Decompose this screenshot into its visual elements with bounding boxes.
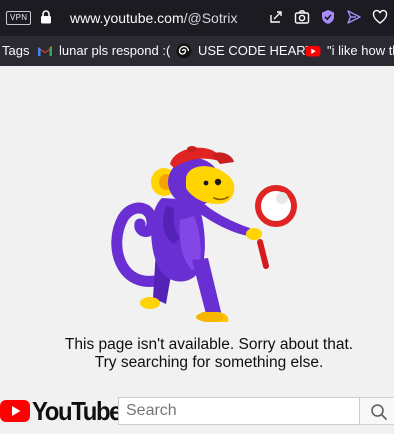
bookmarks-bar: Tags lunar pls respond :( USE CODE HEART… — [0, 36, 394, 66]
bookmark-label: lunar pls respond :( — [59, 43, 171, 58]
bookmark-code-heart[interactable]: USE CODE HEART — [176, 36, 313, 66]
bookmark-youtube[interactable]: "i like how th — [305, 36, 394, 66]
bookmark-gmail[interactable]: lunar pls respond :( — [37, 36, 170, 66]
monkey-illustration — [111, 146, 297, 322]
youtube-play-icon — [0, 400, 30, 422]
error-message: This page isn't available. Sorry about t… — [64, 336, 354, 353]
share-icon[interactable] — [268, 9, 284, 25]
search-button[interactable] — [360, 397, 394, 425]
gmail-icon — [38, 46, 52, 56]
url-field[interactable]: www.youtube.com/@Sotrix — [70, 9, 238, 27]
bookmark-label: Tags — [2, 43, 30, 58]
url-path: /@Sotrix — [183, 10, 238, 26]
bookmark-label: "i like how th — [327, 43, 394, 58]
vpn-badge[interactable]: VPN — [6, 11, 32, 25]
send-icon[interactable] — [346, 9, 362, 25]
error-suggestion: Try searching for something else. — [94, 354, 324, 371]
spiral-icon — [176, 43, 192, 59]
bookmark-label: USE CODE HEART — [198, 43, 314, 58]
shield-icon[interactable] — [320, 9, 336, 25]
address-bar: VPN www.youtube.com/@Sotrix — [0, 0, 394, 36]
search-icon — [371, 404, 387, 420]
camera-icon[interactable] — [294, 9, 310, 25]
youtube-wordmark: YouTube — [32, 396, 122, 426]
youtube-icon — [305, 46, 321, 57]
lock-icon[interactable] — [40, 10, 52, 24]
bookmark-tags[interactable]: Tags — [2, 36, 29, 66]
search-input[interactable] — [118, 397, 360, 425]
url-host: www.youtube.com — [70, 10, 184, 26]
heart-icon[interactable] — [372, 9, 388, 25]
